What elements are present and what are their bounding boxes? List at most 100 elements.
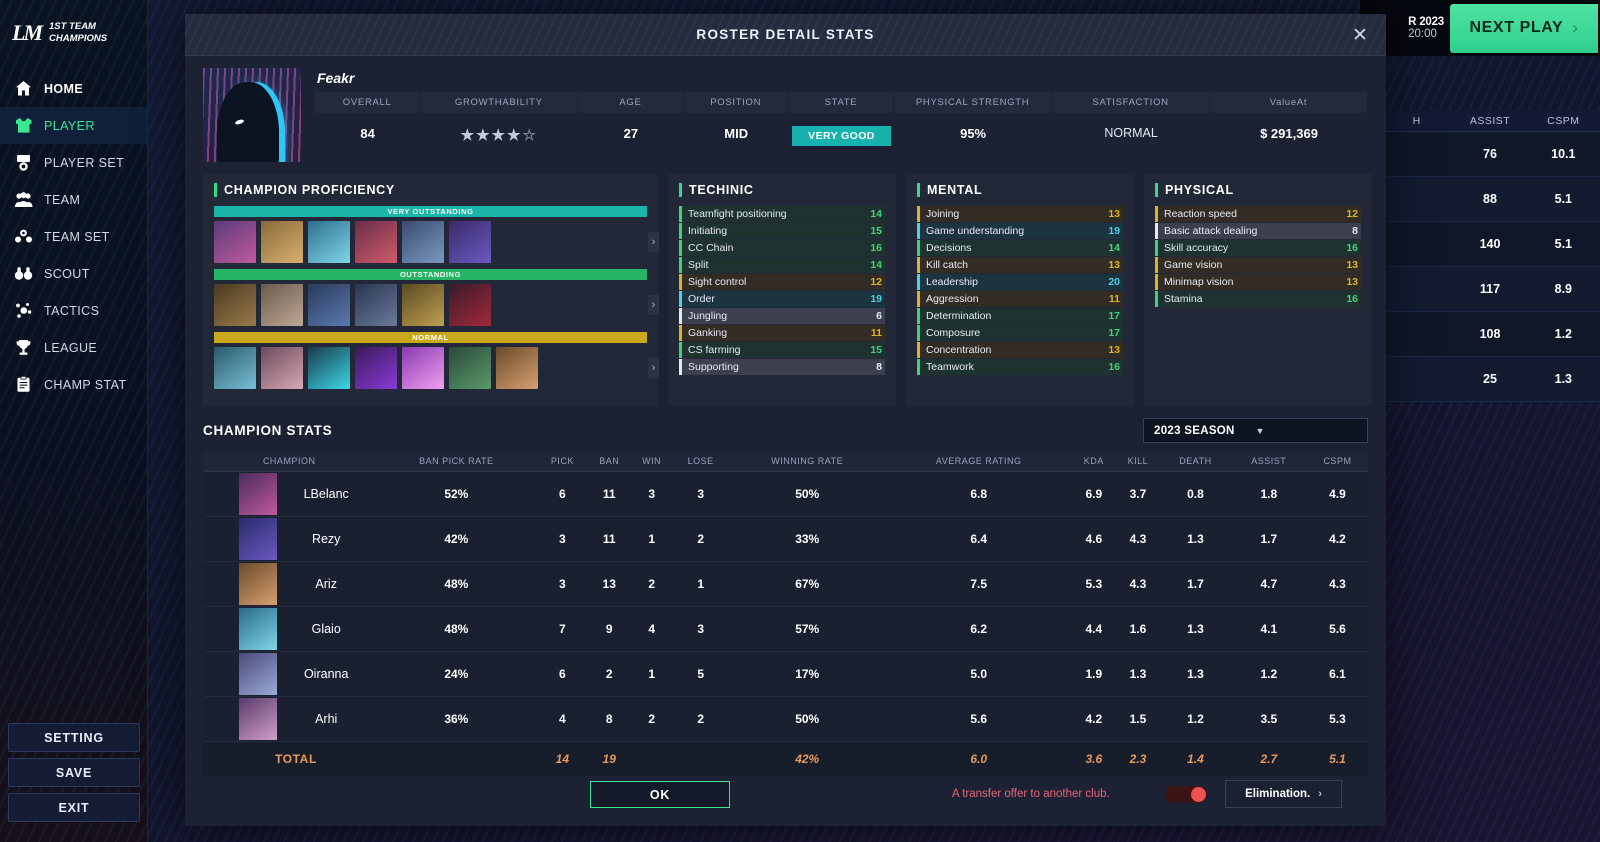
stat-cell: 1.8 bbox=[1230, 471, 1307, 517]
clock-date: R 2023 bbox=[1408, 16, 1444, 28]
champion-portrait-icon[interactable] bbox=[261, 284, 303, 326]
panel-title-technic: TECHINIC bbox=[679, 183, 885, 197]
sidebar-item-label: PLAYER SET bbox=[44, 155, 125, 170]
champion-portrait-icon[interactable] bbox=[402, 221, 444, 263]
chevron-right-icon[interactable]: › bbox=[648, 295, 659, 315]
stat-value: 13 bbox=[1108, 259, 1120, 271]
table-row[interactable]: Arhi 36% 4 8 2 2 50% 5.6 4.2 1.5 1.2 3.5 5.3 bbox=[203, 696, 1368, 742]
stat-value: 19 bbox=[1108, 225, 1120, 237]
panel-title-mental: MENTAL bbox=[917, 183, 1123, 197]
table-row[interactable]: Rezy 42% 3 11 1 2 33% 6.4 4.6 4.3 1.3 1.7 4.2 bbox=[203, 516, 1368, 562]
stat-name: Game vision bbox=[1164, 259, 1223, 271]
stat-row: Game vision 13 bbox=[1155, 257, 1361, 273]
stat-value: 13 bbox=[1346, 276, 1358, 288]
exit-button[interactable]: EXIT bbox=[8, 793, 140, 822]
champion-portrait-icon[interactable] bbox=[355, 284, 397, 326]
sidebar-item-player-set[interactable]: PLAYER SET bbox=[0, 144, 147, 181]
sidebar-item-scout[interactable]: SCOUT bbox=[0, 255, 147, 292]
champion-portrait-icon[interactable] bbox=[449, 284, 491, 326]
stat-cell: 4 bbox=[537, 696, 588, 742]
column-header: BAN bbox=[587, 451, 631, 472]
sidebar-item-home[interactable]: HOME bbox=[0, 70, 147, 107]
table-row[interactable]: LBelanc 52% 6 11 3 3 50% 6.8 6.9 3.7 0.8 1.8 4.9 bbox=[203, 471, 1368, 517]
save-button[interactable]: SAVE bbox=[8, 758, 140, 787]
column-header: CSPM bbox=[1306, 451, 1368, 472]
stat-cell: 6.8 bbox=[885, 471, 1072, 517]
stat-value: 16 bbox=[1346, 293, 1358, 305]
champion-portrait-icon[interactable] bbox=[214, 347, 256, 389]
attribute-label-cell: GROWTHABILITY bbox=[420, 92, 579, 113]
setting-button[interactable]: SETTING bbox=[8, 723, 140, 752]
player-header: Feakr OVERALL GROWTHABILITY AGE POSITION STA… bbox=[203, 68, 1368, 162]
stat-value: 8 bbox=[1352, 225, 1358, 237]
ok-button[interactable]: OK bbox=[590, 781, 730, 808]
transfer-offer-note: A transfer offer to another club. bbox=[952, 788, 1110, 800]
elimination-button[interactable]: Elimination. › bbox=[1225, 780, 1342, 808]
stat-name: Initiating bbox=[688, 225, 728, 237]
season-select[interactable]: 2023 SEASON ▼ bbox=[1143, 418, 1368, 443]
sidebar-item-team[interactable]: TEAM bbox=[0, 181, 147, 218]
stat-cell: 6.1 bbox=[1306, 651, 1368, 697]
champion-portrait-icon[interactable] bbox=[449, 221, 491, 263]
sidebar-item-team-set[interactable]: TEAM SET bbox=[0, 218, 147, 255]
sidebar-item-player[interactable]: PLAYER bbox=[0, 107, 147, 144]
column-header: BAN PICK RATE bbox=[375, 451, 538, 472]
stat-name: Determination bbox=[926, 310, 992, 322]
table-row[interactable]: Oiranna 24% 6 2 1 5 17% 5.0 1.9 1.3 1.3 1.2 6.1 bbox=[203, 651, 1368, 697]
champion-portrait-icon[interactable] bbox=[308, 221, 350, 263]
table-row[interactable]: Ariz 48% 3 13 2 1 67% 7.5 5.3 4.3 1.7 4.7 4.3 bbox=[203, 561, 1368, 607]
champion-portrait-icon[interactable] bbox=[355, 347, 397, 389]
sidebar-item-champ-stat[interactable]: CHAMP STAT bbox=[0, 366, 147, 403]
stat-cell: 5 bbox=[672, 651, 729, 697]
stat-cell: 9 bbox=[587, 606, 631, 652]
modal-body: Feakr OVERALL GROWTHABILITY AGE POSITION STA… bbox=[185, 56, 1386, 776]
stat-value: 19 bbox=[870, 293, 882, 305]
stat-cell: 1 bbox=[672, 561, 729, 607]
stat-cell: 3 bbox=[672, 471, 729, 517]
stat-cell: 50% bbox=[728, 696, 886, 742]
chevron-right-icon[interactable]: › bbox=[648, 232, 659, 252]
champion-portrait-icon[interactable] bbox=[496, 347, 538, 389]
clipboard-icon bbox=[14, 375, 33, 394]
champion-portrait-icon[interactable] bbox=[402, 347, 444, 389]
champion-portrait-icon[interactable] bbox=[355, 221, 397, 263]
stat-row: Skill accuracy 16 bbox=[1155, 240, 1361, 256]
attribute-value-cell: 95% bbox=[894, 113, 1052, 156]
champion-portrait-icon[interactable] bbox=[214, 284, 256, 326]
attribute-label-cell: ValueAt bbox=[1210, 92, 1368, 113]
champion-portrait-icon[interactable] bbox=[261, 347, 303, 389]
champion-portrait-icon[interactable] bbox=[308, 347, 350, 389]
stat-cell: 7 bbox=[537, 606, 588, 652]
sidebar-item-tactics[interactable]: TACTICS bbox=[0, 292, 147, 329]
chevron-right-icon[interactable]: › bbox=[648, 358, 659, 378]
champion-portrait-icon[interactable] bbox=[308, 284, 350, 326]
attribute-values-row: 84 ★★★★☆ 27 MID VERY GOOD 95% NORMAL $ 291,369 bbox=[315, 113, 1368, 156]
champion-stats-table: CHAMPION BAN PICK RATE PICK BAN WIN LOSE WINNI… bbox=[203, 451, 1368, 776]
attribute-value: MID bbox=[724, 126, 749, 141]
close-icon[interactable]: ✕ bbox=[1348, 23, 1372, 47]
team-set-icon bbox=[14, 227, 33, 246]
attribute-value-cell: NORMAL bbox=[1052, 113, 1210, 156]
stat-cell: 11 bbox=[587, 516, 631, 562]
champion-portrait-icon[interactable] bbox=[261, 221, 303, 263]
champion-portrait-icon[interactable] bbox=[214, 221, 256, 263]
bg-table-row: 88 5.1 bbox=[1380, 177, 1600, 222]
sidebar-item-league[interactable]: LEAGUE bbox=[0, 329, 147, 366]
table-row[interactable]: Glaio 48% 7 9 4 3 57% 6.2 4.4 1.6 1.3 4.1 5.6 bbox=[203, 606, 1368, 652]
attribute-value: 84 bbox=[360, 126, 375, 141]
column-header: KILL bbox=[1115, 451, 1161, 472]
stat-row: Leadership 20 bbox=[917, 274, 1123, 290]
champion-portrait-icon[interactable] bbox=[402, 284, 444, 326]
bg-cell: 5.1 bbox=[1554, 192, 1573, 206]
champion-icon-cell bbox=[203, 651, 277, 697]
champion-portrait-icon[interactable] bbox=[449, 347, 491, 389]
transfer-offer-toggle[interactable] bbox=[1165, 786, 1207, 803]
panel-title-physical: PHYSICAL bbox=[1155, 183, 1361, 197]
stat-row: Reaction speed 12 bbox=[1155, 206, 1361, 222]
stat-row: CS farming 15 bbox=[679, 342, 885, 358]
next-play-button[interactable]: NEXT PLAY › bbox=[1450, 3, 1598, 53]
stat-cell: 6 bbox=[537, 471, 588, 517]
bg-cell: 1.3 bbox=[1554, 372, 1573, 386]
stat-cell: 3 bbox=[630, 471, 673, 517]
stat-value: 17 bbox=[1108, 310, 1120, 322]
